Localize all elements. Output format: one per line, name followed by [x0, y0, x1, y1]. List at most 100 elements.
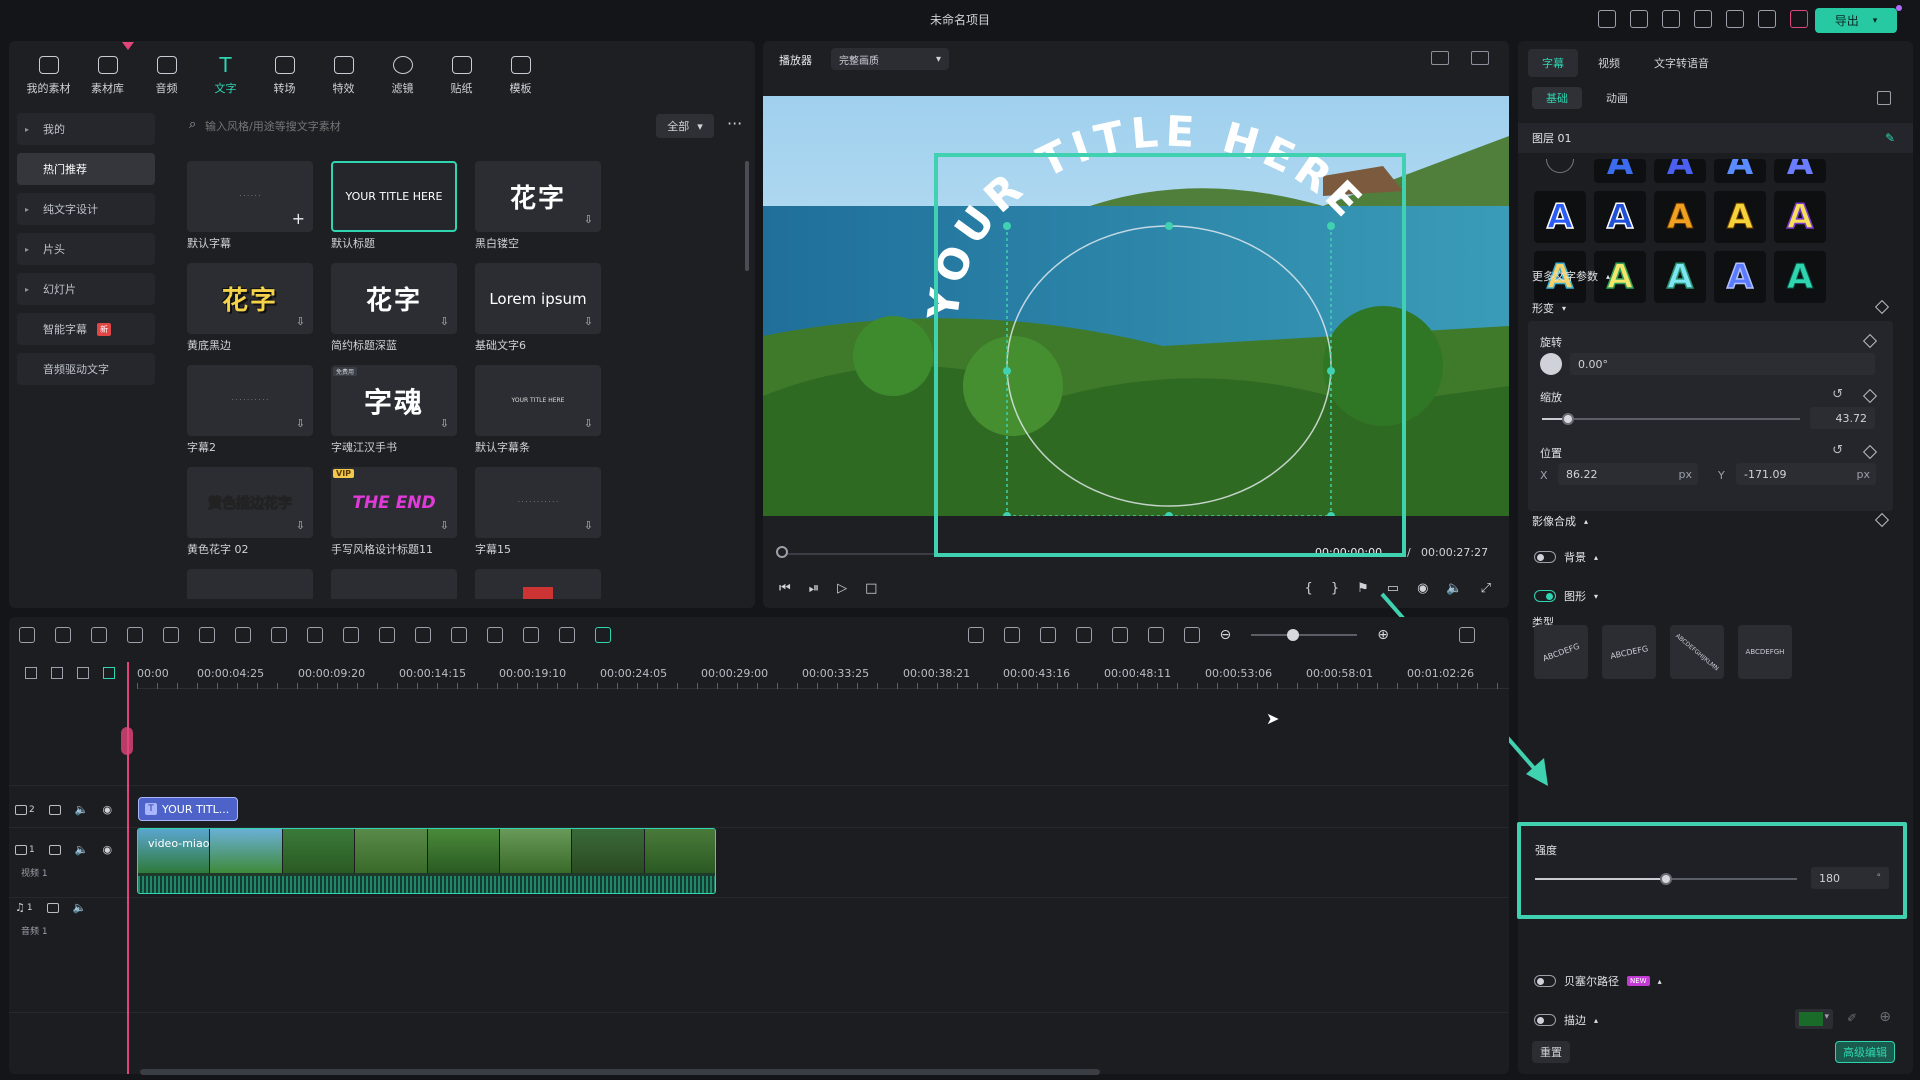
shape-type-card[interactable]: ABCDEFG — [1534, 625, 1588, 679]
zoom-slider[interactable] — [1251, 629, 1358, 641]
template-card[interactable]: 花字 ⇩ 黑白镂空 — [475, 161, 601, 251]
download-icon[interactable]: ⇩ — [296, 417, 305, 430]
link-icon[interactable] — [595, 627, 611, 643]
lock-icon[interactable] — [48, 844, 61, 855]
mark-in-icon[interactable]: { — [1305, 581, 1313, 596]
audio-sync-icon[interactable] — [379, 627, 395, 643]
delete-icon[interactable] — [163, 627, 179, 643]
tool-filter[interactable]: 滤镜 — [373, 49, 432, 103]
volume-icon[interactable]: 🔈 — [73, 901, 87, 914]
category-opener[interactable]: ▸ 片头 — [17, 233, 155, 265]
export-button[interactable]: 导出 ▾ — [1815, 8, 1897, 33]
reset-icon[interactable]: ↺ — [1832, 387, 1843, 402]
text-preset[interactable]: A — [1714, 251, 1766, 303]
lock-icon[interactable] — [46, 902, 59, 913]
mask-icon[interactable] — [307, 627, 323, 643]
tool-sticker[interactable]: 贴纸 — [432, 49, 491, 103]
tool-template[interactable]: 模板 — [491, 49, 550, 103]
template-card[interactable]: 黄色描边花字 ⇩ 黄色花字 02 — [187, 467, 313, 557]
text-preset[interactable]: A — [1534, 191, 1586, 243]
eye-icon[interactable]: ◉ — [102, 843, 112, 856]
template-card[interactable]: · · · · · · · · · · ⇩ 字幕2 — [187, 365, 313, 455]
cart-icon[interactable] — [1790, 10, 1808, 28]
shape-type-card[interactable]: ABCDEFG — [1602, 625, 1656, 679]
shape-type-card[interactable]: ABCDEFGHIJKLMN — [1670, 625, 1724, 679]
download-icon[interactable]: ⇩ — [584, 417, 593, 430]
keyframe-tool-icon[interactable] — [451, 627, 467, 643]
quality-dropdown[interactable]: 完整画质 ▾ — [831, 48, 949, 70]
redo-icon[interactable] — [127, 627, 143, 643]
reset-button[interactable]: 重置 — [1532, 1041, 1570, 1063]
text-preset[interactable]: A — [1654, 191, 1706, 243]
library-scrollbar[interactable] — [745, 161, 749, 271]
template-card[interactable]: Lorem ipsum ⇩ 基础文字6 — [475, 263, 601, 353]
background-toggle[interactable] — [1534, 551, 1556, 563]
download-icon[interactable]: ⇩ — [296, 315, 305, 328]
advanced-edit-button[interactable]: 高级编辑 — [1835, 1041, 1895, 1063]
category-mine[interactable]: ▸ 我的 — [17, 113, 155, 145]
preset-top[interactable]: A — [1774, 159, 1826, 183]
bezier-header[interactable]: 贝塞尔路径 NEW ▴ — [1564, 973, 1662, 989]
record-icon[interactable] — [967, 627, 984, 643]
download-icon[interactable]: ⇩ — [440, 519, 449, 532]
play-icon[interactable]: ▷ — [837, 581, 847, 596]
stroke-color-picker[interactable]: ▾ — [1795, 1009, 1833, 1029]
apps-icon[interactable] — [1758, 10, 1776, 28]
time-ruler[interactable]: 00:00 00:00:04:25 00:00:09:20 00:00:14:1… — [137, 665, 1509, 689]
template-card[interactable]: 免费用 字魂 ⇩ 字魂江汉手书 — [331, 365, 457, 455]
support-icon[interactable] — [1726, 10, 1744, 28]
keyframe-icon[interactable] — [1862, 388, 1878, 404]
mark-out-icon[interactable]: } — [1331, 581, 1339, 596]
tab-video[interactable]: 视频 — [1584, 49, 1634, 77]
text-preset[interactable]: A — [1774, 191, 1826, 243]
color-icon[interactable] — [487, 627, 503, 643]
save-preset-icon[interactable] — [1877, 91, 1891, 105]
shape-type-card[interactable]: ABCDEFGH — [1738, 625, 1792, 679]
volume-icon[interactable]: 🔈 — [75, 843, 89, 856]
keyframe-icon[interactable] — [1874, 299, 1890, 315]
volume-icon[interactable]: 🔈 — [1446, 581, 1462, 596]
volume-icon[interactable]: 🔈 — [75, 803, 89, 816]
feedback-icon[interactable] — [1598, 10, 1616, 28]
scrubber-knob[interactable] — [776, 546, 788, 558]
keyframe-icon[interactable] — [1874, 512, 1890, 528]
transform-icon[interactable] — [415, 627, 431, 643]
lock-icon[interactable] — [48, 804, 61, 815]
search-input[interactable] — [205, 115, 505, 137]
more-params-header[interactable]: 更多文字参数 ▴ — [1532, 268, 1610, 284]
keyframe-icon[interactable] — [1862, 333, 1878, 349]
cloud-icon[interactable] — [1694, 10, 1712, 28]
link-track-icon[interactable] — [51, 667, 63, 679]
track-manage-icon[interactable] — [77, 667, 89, 679]
layer-row[interactable]: 图层 01 ✎ — [1518, 123, 1913, 153]
background-header[interactable]: 背景 ▴ — [1564, 549, 1598, 565]
speed-icon[interactable] — [559, 627, 575, 643]
template-card[interactable]: · · · · · · + 默认字幕 — [187, 161, 313, 251]
scale-input[interactable]: 43.72 — [1810, 407, 1875, 429]
eyedropper-icon[interactable]: ✐ — [1847, 1011, 1857, 1025]
timeline-scrollbar[interactable] — [140, 1069, 1100, 1075]
scale-slider[interactable] — [1542, 418, 1800, 420]
video-preview[interactable]: YOUR TITLE HERE — [763, 96, 1509, 516]
text-tool-icon[interactable] — [235, 627, 251, 643]
tool-my-media[interactable]: 我的素材 — [19, 49, 78, 103]
prev-frame-icon[interactable]: ⏮ — [779, 581, 791, 596]
rotate-dial[interactable] — [1540, 353, 1562, 375]
text-preset[interactable]: A — [1774, 251, 1826, 303]
crop-icon[interactable] — [271, 627, 287, 643]
more-icon[interactable]: ··· — [727, 114, 742, 133]
playhead-tab[interactable] — [121, 727, 133, 755]
pos-y-input[interactable]: -171.09 px — [1736, 463, 1876, 485]
download-icon[interactable]: ⇩ — [440, 315, 449, 328]
render-icon[interactable] — [1003, 627, 1020, 643]
download-icon[interactable]: ⇩ — [440, 417, 449, 430]
snap-icon[interactable] — [103, 667, 115, 679]
tool-text[interactable]: T 文字 — [196, 49, 255, 103]
category-hot[interactable]: 热门推荐 — [17, 153, 155, 185]
stop-icon[interactable]: □ — [865, 581, 877, 596]
mic-icon[interactable] — [1075, 627, 1092, 643]
playhead[interactable] — [127, 662, 129, 1074]
preset-top[interactable]: A — [1594, 159, 1646, 183]
add-icon[interactable]: + — [292, 209, 305, 228]
layout-icon[interactable] — [1630, 10, 1648, 28]
